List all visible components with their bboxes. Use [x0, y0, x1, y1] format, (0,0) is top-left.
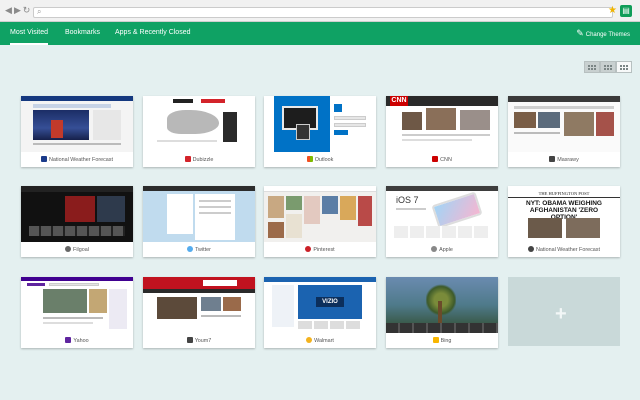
tile-thumbnail: [21, 96, 133, 152]
back-arrow-icon[interactable]: ◀: [4, 6, 13, 15]
tile-apple[interactable]: iOS 7 Apple: [386, 186, 498, 257]
tile-youm7[interactable]: Youm7: [143, 277, 255, 348]
site-favicon-icon: [186, 337, 193, 343]
tile-thumbnail: VIZIO: [264, 277, 376, 333]
tile-caption: Masrawy: [508, 153, 620, 167]
list-view-icon[interactable]: [616, 61, 632, 73]
bookmark-star-icon[interactable]: ★: [608, 6, 617, 16]
add-site-tile[interactable]: +: [508, 277, 620, 346]
tile-caption: Outlook: [264, 153, 376, 167]
tile-pinterest[interactable]: Pinterest: [264, 186, 376, 257]
change-themes-label: Change Themes: [585, 32, 630, 38]
site-favicon-icon: [306, 337, 313, 343]
tile-caption: Pinterest: [264, 243, 376, 257]
grid-large-view-icon[interactable]: [600, 61, 616, 73]
site-favicon-icon: [40, 156, 47, 162]
tile-thumbnail: [386, 277, 498, 333]
site-favicon-icon: [432, 337, 439, 343]
tile-title: Youm7: [194, 338, 212, 344]
tile-title: Walmart: [314, 338, 334, 344]
tile-walmart[interactable]: VIZIO Walmart: [264, 277, 376, 348]
tab-bookmarks[interactable]: Bookmarks: [65, 22, 100, 45]
reload-icon[interactable]: ↻: [22, 6, 31, 15]
tile-thumbnail: CNN: [386, 96, 498, 152]
site-favicon-icon: [187, 246, 194, 252]
tile-title: Bing: [440, 338, 452, 344]
site-favicon-icon: [306, 156, 313, 162]
tile-bing[interactable]: Bing: [386, 277, 498, 348]
tile-huffington-post[interactable]: THE HUFFINGTON POST NYT: OBAMA WEIGHING …: [508, 186, 620, 257]
tile-title: Outlook: [314, 157, 334, 163]
plus-icon: +: [555, 303, 567, 325]
tile-title: Pinterest: [313, 247, 335, 253]
tile-caption: National Weather Forecast: [21, 153, 133, 167]
browser-toolbar: ◀ ▶ ↻ ⌕ ★ ▤: [0, 0, 640, 22]
tile-caption: Youm7: [143, 334, 255, 348]
site-favicon-icon: [65, 337, 72, 343]
tile-thumbnail: [264, 96, 376, 152]
tile-thumbnail: [508, 96, 620, 152]
tile-dubizzle[interactable]: Dubizzle: [143, 96, 255, 167]
tile-yahoo[interactable]: Yahoo: [21, 277, 133, 348]
tile-thumbnail: THE HUFFINGTON POST NYT: OBAMA WEIGHING …: [508, 186, 620, 242]
tile-caption: Yahoo: [21, 334, 133, 348]
tile-thumbnail: [143, 186, 255, 242]
tile-caption: Apple: [386, 243, 498, 257]
site-favicon-icon: [549, 156, 556, 162]
tile-caption: Bing: [386, 334, 498, 348]
apple-headline: iOS 7: [396, 195, 419, 205]
tile-masrawy[interactable]: Masrawy: [508, 96, 620, 167]
grid-small-view-icon[interactable]: [584, 61, 600, 73]
tile-title: Masrawy: [557, 157, 579, 163]
site-favicon-icon: [527, 246, 534, 252]
extension-icon[interactable]: ▤: [620, 5, 632, 17]
tile-caption: Dubizzle: [143, 153, 255, 167]
tab-apps-recently-closed[interactable]: Apps & Recently Closed: [115, 22, 190, 45]
new-tab-nav-bar: Most Visited Bookmarks Apps & Recently C…: [0, 22, 640, 45]
tile-caption: National Weather Forecast: [508, 243, 620, 257]
search-icon: ⌕: [37, 7, 42, 16]
paintbrush-icon: ✎: [576, 28, 584, 38]
tile-title: National Weather Forecast: [535, 247, 601, 253]
tile-title: Twitter: [195, 247, 211, 253]
cnn-logo: CNN: [390, 96, 408, 106]
address-bar[interactable]: ⌕: [33, 7, 613, 18]
site-favicon-icon: [184, 156, 191, 162]
tile-caption: Walmart: [264, 334, 376, 348]
address-input[interactable]: [46, 8, 606, 17]
tile-caption: CNN: [386, 153, 498, 167]
tile-title: CNN: [440, 157, 452, 163]
walmart-banner: VIZIO: [316, 297, 344, 307]
tile-caption: Twitter: [143, 243, 255, 257]
tile-twitter[interactable]: Twitter: [143, 186, 255, 257]
view-toggle-group: [584, 61, 632, 73]
tab-most-visited[interactable]: Most Visited: [10, 22, 48, 45]
tile-thumbnail: [264, 186, 376, 242]
tile-thumbnail: [143, 96, 255, 152]
forward-arrow-icon[interactable]: ▶: [13, 6, 22, 15]
huffington-masthead: THE HUFFINGTON POST: [538, 191, 590, 196]
tile-outlook[interactable]: Outlook: [264, 96, 376, 167]
tile-title: Filgoal: [73, 247, 89, 253]
tile-title: National Weather Forecast: [48, 157, 114, 163]
tile-thumbnail: iOS 7: [386, 186, 498, 242]
tile-title: Dubizzle: [192, 157, 214, 163]
tile-cnn[interactable]: CNN CNN: [386, 96, 498, 167]
tile-filgoal[interactable]: Filgoal: [21, 186, 133, 257]
tile-title: Yahoo: [73, 338, 89, 344]
change-themes-button[interactable]: ✎ Change Themes: [576, 22, 630, 45]
site-favicon-icon: [305, 246, 312, 252]
tile-title: Apple: [439, 247, 453, 253]
tile-thumbnail: [21, 277, 133, 333]
tile-thumbnail: [21, 186, 133, 242]
tile-national-weather-forecast[interactable]: National Weather Forecast: [21, 96, 133, 167]
tile-thumbnail: [143, 277, 255, 333]
tile-caption: Filgoal: [21, 243, 133, 257]
site-favicon-icon: [65, 246, 72, 252]
site-favicon-icon: [431, 246, 438, 252]
site-favicon-icon: [432, 156, 439, 162]
